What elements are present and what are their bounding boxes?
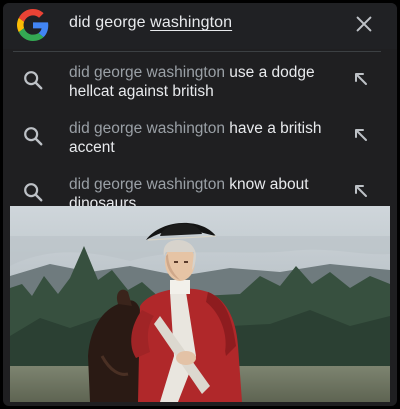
suggestion-prefix: did george washington bbox=[69, 176, 225, 193]
query-prefix: did george bbox=[69, 14, 151, 31]
google-g-icon bbox=[17, 9, 49, 41]
arrow-up-left-icon[interactable] bbox=[353, 127, 369, 143]
search-icon bbox=[24, 127, 43, 146]
suggestion-item[interactable]: did george washington have a british acc… bbox=[3, 109, 397, 165]
suggestion-text: did george washington have a british acc… bbox=[69, 119, 339, 157]
query-underlined-word: washington bbox=[150, 14, 233, 31]
search-icon bbox=[24, 71, 43, 90]
divider bbox=[13, 51, 381, 52]
suggestion-prefix: did george washington bbox=[69, 64, 225, 81]
screen-frame: did george washington did george washing… bbox=[3, 3, 397, 406]
suggestion-prefix: did george washington bbox=[69, 120, 225, 137]
movie-still-image bbox=[10, 206, 390, 402]
suggestion-text: did george washington use a dodge hellca… bbox=[69, 63, 339, 101]
suggestion-item[interactable]: did george washington use a dodge hellca… bbox=[3, 53, 397, 109]
close-icon[interactable] bbox=[353, 13, 375, 35]
search-query[interactable]: did george washington bbox=[69, 14, 232, 32]
search-icon bbox=[24, 183, 43, 202]
search-bar[interactable]: did george washington bbox=[3, 3, 397, 49]
suggestion-list: did george washington use a dodge hellca… bbox=[3, 53, 397, 221]
arrow-up-left-icon[interactable] bbox=[353, 183, 369, 199]
arrow-up-left-icon[interactable] bbox=[353, 71, 369, 87]
